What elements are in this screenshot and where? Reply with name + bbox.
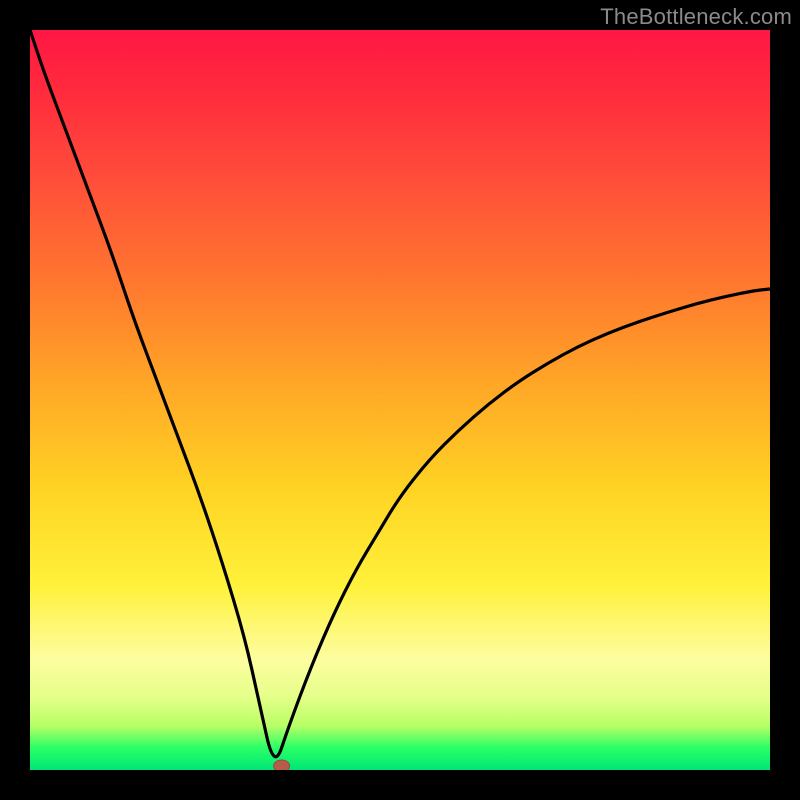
plot-area [30,30,770,770]
bottleneck-curve [30,30,770,757]
chart-stage: TheBottleneck.com [0,0,800,800]
curve-svg [30,30,770,770]
watermark-text: TheBottleneck.com [600,4,792,30]
minimum-marker [274,760,290,770]
